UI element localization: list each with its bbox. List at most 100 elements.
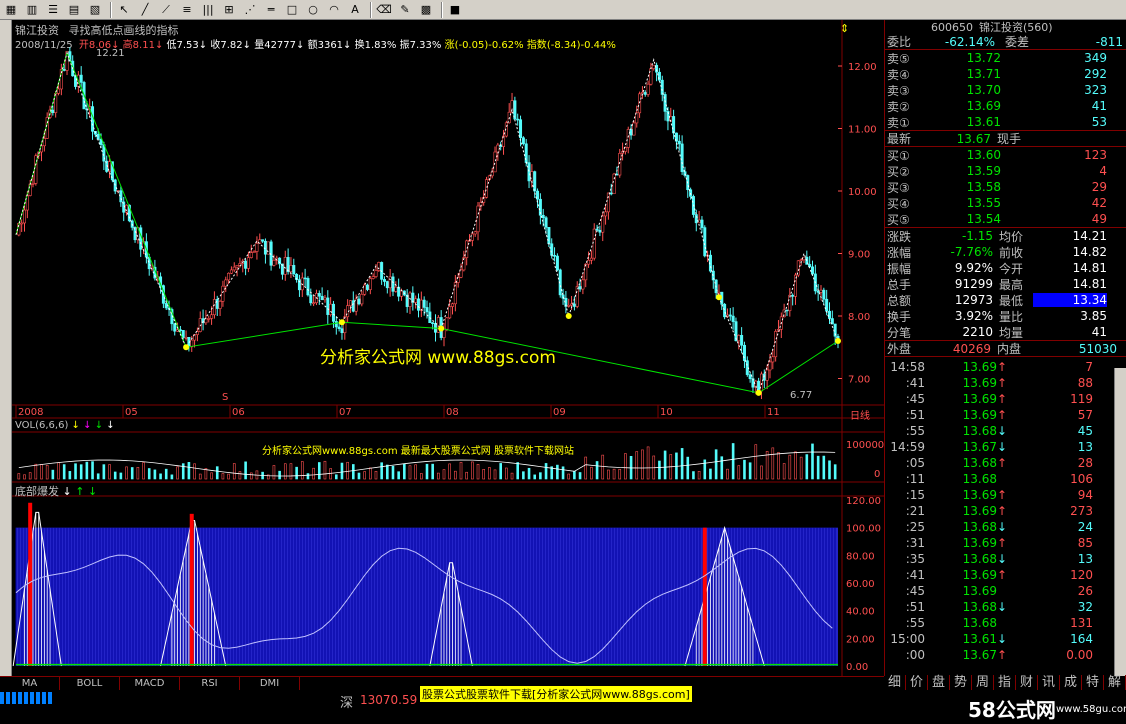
candle-body <box>385 281 389 289</box>
tick-volume: 120 <box>1070 568 1093 582</box>
quote-tab[interactable]: 特 <box>1082 675 1104 691</box>
volume-bar <box>737 465 741 480</box>
month-label: 09 <box>553 407 566 418</box>
indicator-tab[interactable]: RSI <box>180 676 240 691</box>
stock-code: 600650 <box>931 20 973 34</box>
channel-icon[interactable]: ≡ <box>178 2 196 18</box>
down-arrow-icon: ↓ <box>997 520 1008 534</box>
stat-label: 最低 <box>999 293 1024 308</box>
vlines-icon[interactable]: ||| <box>199 2 217 18</box>
low-pivot-dot <box>338 319 345 326</box>
candle-body <box>408 292 412 307</box>
indicator-tab[interactable]: MA <box>0 676 60 691</box>
text-icon[interactable]: A <box>346 2 364 18</box>
ray-icon[interactable]: ⟋ <box>157 2 175 18</box>
tick-row: :31 13.69 ↑ 85 <box>885 535 1126 551</box>
buy-price: 13.55 <box>966 196 1001 210</box>
tick-row: :05 13.68 ↑ 28 <box>885 455 1126 471</box>
image-icon[interactable]: ▧ <box>86 2 104 18</box>
tick-time: :11 <box>905 472 925 486</box>
ellipse-icon[interactable]: ○ <box>304 2 322 18</box>
quote-tab[interactable]: 成 <box>1060 675 1082 691</box>
up-arrow-icon: ↑ <box>997 456 1008 470</box>
candle-body <box>493 151 497 173</box>
quote-tab[interactable]: 指 <box>994 675 1016 691</box>
quote-tab[interactable]: 财 <box>1016 675 1038 691</box>
save-icon[interactable]: ■ <box>446 2 464 18</box>
volume-bar <box>414 464 417 480</box>
volume-bar <box>57 462 60 480</box>
left-scroll-strip[interactable] <box>0 20 12 676</box>
buy-volume: 4 <box>1099 164 1107 178</box>
month-label: 07 <box>339 407 352 418</box>
volume-bar <box>794 451 797 480</box>
quote-tab[interactable]: 解 <box>1104 675 1126 691</box>
indicator-tab[interactable]: BOLL <box>60 676 120 691</box>
chart-icon[interactable]: ▦ <box>2 2 20 18</box>
tick-row: :41 13.69 ↑ 120 <box>885 567 1126 583</box>
tick-time: :15 <box>905 488 925 502</box>
candle-body <box>173 323 177 332</box>
volume-bar <box>130 467 134 480</box>
indicator-tab[interactable]: DMI <box>240 676 300 691</box>
quote-tab[interactable]: 细 <box>884 675 906 691</box>
tick-price: 13.67 <box>962 440 997 454</box>
volume-bar <box>357 472 361 480</box>
hline-icon[interactable]: ═ <box>262 2 280 18</box>
down-arrow-icon: ↓ <box>997 600 1008 614</box>
tick-scrollbar[interactable] <box>1114 368 1126 676</box>
up-arrow-icon: ↑ <box>997 360 1008 374</box>
volume-bar <box>624 453 627 480</box>
eraser-icon[interactable]: ⌫ <box>375 2 393 18</box>
up-arrow-icon: ↑ <box>997 648 1008 662</box>
pin-icon[interactable]: ⇕ <box>840 22 849 35</box>
line-icon[interactable]: ╱ <box>136 2 154 18</box>
quote-tab[interactable]: 盘 <box>928 675 950 691</box>
candle-body <box>825 298 829 312</box>
tick-volume: 119 <box>1070 392 1093 406</box>
outer-value: 40269 <box>952 341 991 356</box>
volume-bar <box>476 464 480 480</box>
sell-price: 13.69 <box>966 99 1001 113</box>
volume-bar <box>119 472 123 480</box>
bar-icon[interactable]: ▥ <box>23 2 41 18</box>
sell-volume: 292 <box>1084 67 1107 81</box>
candle-body <box>164 303 168 309</box>
tick-volume: 57 <box>1077 408 1093 422</box>
tick-time: :21 <box>905 504 925 518</box>
down-arrow-icon: ↓ <box>997 552 1008 566</box>
volume-bar <box>403 463 406 480</box>
tick-list[interactable]: 14:58 13.69 ↑ 7:41 13.69 ↑ 88:45 13.69 ↑ 119:51 13… <box>885 357 1126 663</box>
chart-area[interactable]: 锦江投资 寻找高低点画线的指标 2008/11/25 开8.06↓ 高8.11↓… <box>12 20 884 676</box>
tick-row: :00 13.67 ↑ 0.00 <box>885 647 1126 663</box>
gann-icon[interactable]: ⊞ <box>220 2 238 18</box>
ind-ytick: 0.00 <box>846 662 868 673</box>
volume-bar <box>743 459 746 480</box>
stat-value: 14.82 <box>1072 245 1107 259</box>
candle-body <box>323 297 327 301</box>
brush-icon[interactable]: ✎ <box>396 2 414 18</box>
candle-body <box>20 222 24 225</box>
rect-icon[interactable]: □ <box>283 2 301 18</box>
quote-tab[interactable]: 价 <box>906 675 928 691</box>
quote-tab[interactable]: 讯 <box>1038 675 1060 691</box>
grid-icon[interactable]: ▤ <box>65 2 83 18</box>
fan-icon[interactable]: ⋰ <box>241 2 259 18</box>
quote-tab[interactable]: 周 <box>972 675 994 691</box>
candle-body <box>742 344 746 361</box>
quote-tab[interactable]: 势 <box>950 675 972 691</box>
palette-icon[interactable]: ▩ <box>417 2 435 18</box>
candle-body <box>337 326 341 329</box>
cursor-icon[interactable]: ↖ <box>115 2 133 18</box>
tick-price: 13.69 <box>962 488 997 502</box>
arc-icon[interactable]: ◠ <box>325 2 343 18</box>
tick-volume: 106 <box>1070 472 1093 486</box>
tick-volume: 85 <box>1077 536 1093 550</box>
sell-price: 13.70 <box>966 83 1001 97</box>
tick-time: 14:59 <box>890 440 925 454</box>
volume-bar <box>658 460 661 480</box>
list-icon[interactable]: ☰ <box>44 2 62 18</box>
indicator-tab[interactable]: MACD <box>120 676 180 691</box>
swing-dotted-line <box>15 51 839 395</box>
quote-tabs: 细价盘势周指财讯成特解 <box>884 675 1126 691</box>
